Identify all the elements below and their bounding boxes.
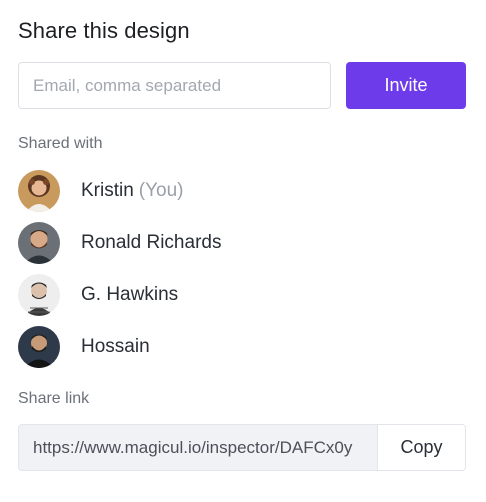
member-you-tag: (You) — [138, 180, 184, 201]
member-list: Kristin (You) Ronald Richards G. Hawkins… — [18, 165, 458, 373]
avatar — [18, 222, 60, 264]
member-name: Ronald Richards — [81, 232, 222, 253]
share-dialog: Share this design Invite Shared with Kri… — [0, 0, 486, 502]
avatar-hawkins-icon — [18, 274, 60, 316]
shared-with-label: Shared with — [18, 135, 103, 152]
avatar-ronald-icon — [18, 222, 60, 264]
list-item: G. Hawkins — [18, 269, 458, 321]
dialog-title: Share this design — [18, 18, 190, 43]
list-item: Ronald Richards — [18, 217, 458, 269]
avatar-kristin-icon — [18, 170, 60, 212]
avatar — [18, 274, 60, 316]
share-link-url[interactable]: https://www.magicul.io/inspector/DAFCx0y — [19, 425, 377, 470]
list-item: Hossain — [18, 321, 458, 373]
email-input[interactable] — [18, 62, 331, 109]
copy-button[interactable]: Copy — [377, 425, 465, 470]
avatar-hossain-icon — [18, 326, 60, 368]
avatar — [18, 170, 60, 212]
member-name: G. Hawkins — [81, 284, 179, 305]
share-link-field: https://www.magicul.io/inspector/DAFCx0y… — [18, 424, 466, 471]
member-name: Kristin — [81, 180, 134, 201]
avatar — [18, 326, 60, 368]
list-item: Kristin (You) — [18, 165, 458, 217]
invite-button[interactable]: Invite — [346, 62, 466, 109]
share-link-label: Share link — [18, 390, 90, 407]
member-name: Hossain — [81, 336, 150, 357]
